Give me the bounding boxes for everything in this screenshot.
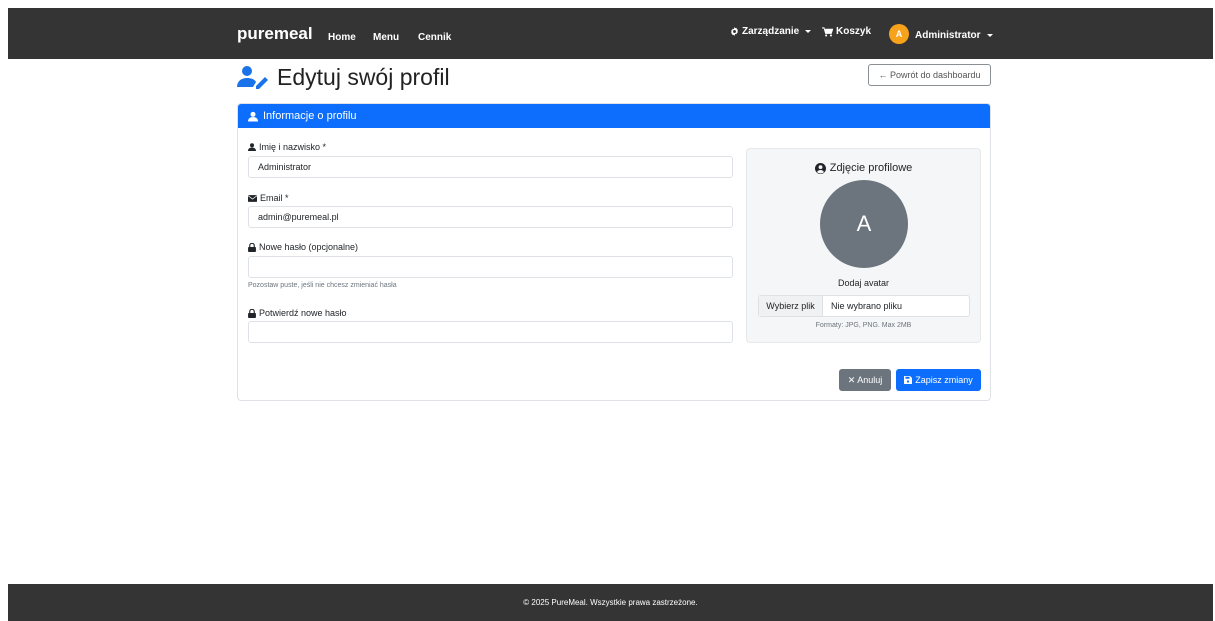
cart-label: Koszyk <box>836 26 872 37</box>
management-dropdown[interactable]: Zarządzanie <box>730 26 812 37</box>
avatar-panel-title: Zdjęcie profilowe <box>747 162 980 174</box>
email-label: Email * <box>248 193 289 203</box>
floppy-disk-icon <box>904 376 913 384</box>
chevron-down-icon <box>805 30 812 33</box>
user-avatar[interactable]: A <box>889 24 909 44</box>
cart-link[interactable]: Koszyk <box>822 26 871 37</box>
add-avatar-label: Dodaj avatar <box>837 278 890 288</box>
gear-icon <box>730 27 739 36</box>
page-footer: © 2025 PureMeal. Wszystkie prawa zastrze… <box>8 584 1213 621</box>
file-name-text: Nie wybrano pliku <box>831 301 903 311</box>
close-icon: ✕ <box>847 374 856 385</box>
nav-link-cennik[interactable]: Cennik <box>418 32 451 43</box>
nav-link-menu[interactable]: Menu <box>373 32 399 43</box>
cart-icon <box>822 26 833 37</box>
lock-icon <box>248 308 256 318</box>
profile-card: Informacje o profilu Imię i nazwisko * A… <box>237 103 991 401</box>
page-title: Edytuj swój profil <box>237 59 450 95</box>
name-label: Imię i nazwisko * <box>248 142 326 152</box>
card-header-title: Informacje o profilu <box>263 110 357 122</box>
card-header: Informacje o profilu <box>238 104 990 128</box>
choose-file-button[interactable]: Wybierz plik <box>759 296 823 316</box>
envelope-icon <box>248 194 257 202</box>
user-icon <box>248 111 258 122</box>
name-input[interactable]: Administrator <box>248 156 733 178</box>
lock-icon <box>248 242 256 252</box>
page-heading: Edytuj swój profil <box>277 63 450 90</box>
management-label: Zarządzanie <box>742 26 800 37</box>
back-to-dashboard-button[interactable]: ← Powrót do dashboardu <box>868 64 991 86</box>
avatar-file-input[interactable]: Wybierz plik Nie wybrano pliku <box>758 295 970 317</box>
password-label: Nowe hasło (opcjonalne) <box>248 242 358 252</box>
user-edit-icon <box>237 65 269 89</box>
confirm-password-label: Potwierdź nowe hasło <box>248 308 347 318</box>
user-dropdown[interactable]: Administrator <box>915 30 993 41</box>
nav-link-home[interactable]: Home <box>328 32 356 43</box>
cancel-button[interactable]: ✕ Anuluj <box>839 369 891 391</box>
top-navbar: puremeal Home Menu Cennik Zarządzanie Ko… <box>8 8 1213 59</box>
new-password-input[interactable] <box>248 256 733 278</box>
user-icon <box>248 143 256 151</box>
password-hint: Pozostaw puste, jeśli nie chcesz zmienia… <box>248 282 397 289</box>
avatar-formats-hint: Formaty: JPG, PNG. Max 2MB <box>815 322 912 329</box>
save-button[interactable]: Zapisz zmiany <box>896 369 981 391</box>
avatar-panel: Zdjęcie profilowe A Dodaj avatar Wybierz… <box>746 148 981 343</box>
chevron-down-icon <box>986 34 993 37</box>
brand-logo[interactable]: puremeal <box>237 24 313 44</box>
user-circle-icon <box>814 162 826 174</box>
email-input[interactable]: admin@puremeal.pl <box>248 206 733 228</box>
app-frame: puremeal Home Menu Cennik Zarządzanie Ko… <box>8 8 1213 621</box>
user-name: Administrator <box>915 30 981 41</box>
profile-avatar-preview: A <box>820 180 908 268</box>
confirm-password-input[interactable] <box>248 321 733 343</box>
